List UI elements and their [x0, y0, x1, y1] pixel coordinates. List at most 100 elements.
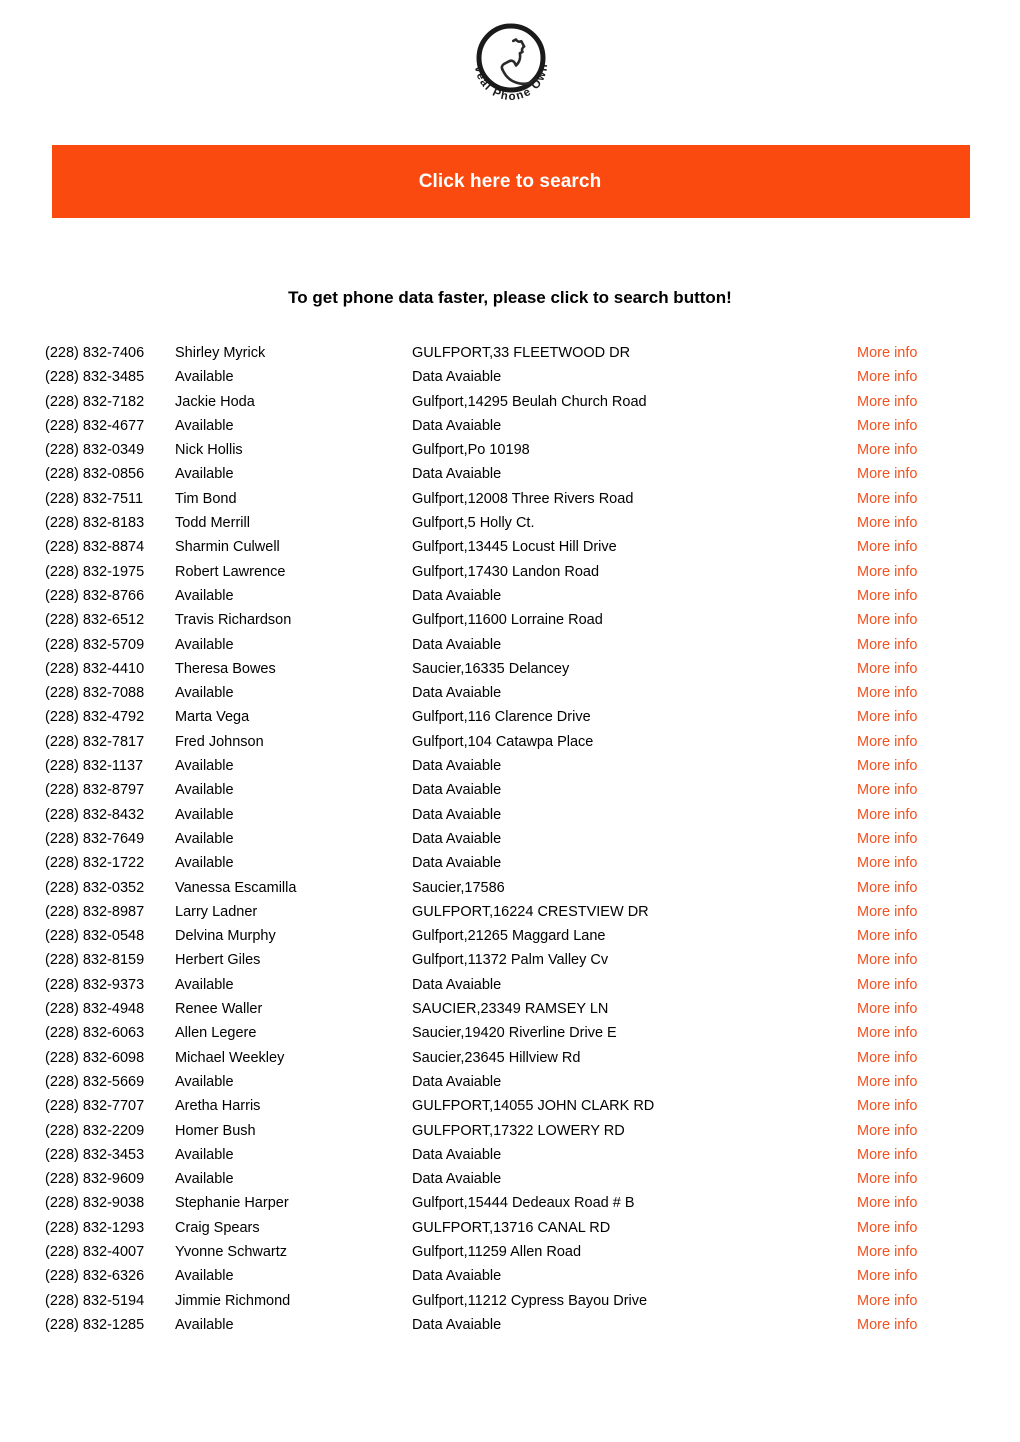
owner-name-cell: Allen Legere — [175, 1025, 257, 1042]
table-row: (228) 832-1285 Available Data Avaiable More… — [45, 1313, 975, 1337]
more-info-link[interactable]: More info — [857, 487, 975, 511]
address-cell: Data Avaiable — [412, 685, 502, 702]
more-info-link[interactable]: More info — [857, 778, 975, 802]
more-info-link[interactable]: More info — [857, 1216, 975, 1240]
more-info-link[interactable]: More info — [857, 924, 975, 948]
address-cell: Data Avaiable — [412, 636, 502, 653]
owner-name-cell: Available — [175, 1073, 234, 1090]
owner-name-cell: Available — [175, 369, 234, 386]
more-info-link[interactable]: More info — [857, 973, 975, 997]
more-info-link[interactable]: More info — [857, 754, 975, 778]
phone-number-cell: (228) 832-8183 — [45, 515, 145, 532]
address-cell: SAUCIER,23349 RAMSEY LN — [412, 1001, 609, 1018]
more-info-link[interactable]: More info — [857, 535, 975, 559]
address-cell: Saucier,23645 Hillview Rd — [412, 1049, 581, 1066]
address-cell: Gulfport,116 Clarence Drive — [412, 709, 591, 726]
more-info-link[interactable]: More info — [857, 1119, 975, 1143]
table-row: (228) 832-9038 Stephanie Harper Gulfport,1… — [45, 1191, 975, 1215]
table-row: (228) 832-0352 Vanessa Escamilla Saucier,1… — [45, 876, 975, 900]
more-info-link[interactable]: More info — [857, 1167, 975, 1191]
more-info-link[interactable]: More info — [857, 730, 975, 754]
table-row: (228) 832-7088 Available Data Avaiable More… — [45, 681, 975, 705]
owner-name-cell: Available — [175, 806, 234, 823]
more-info-link[interactable]: More info — [857, 705, 975, 729]
more-info-link[interactable]: More info — [857, 1070, 975, 1094]
phone-number-cell: (228) 832-4948 — [45, 1001, 145, 1018]
owner-name-cell: Delvina Murphy — [175, 928, 276, 945]
more-info-link[interactable]: More info — [857, 633, 975, 657]
phone-number-cell: (228) 832-6098 — [45, 1049, 145, 1066]
more-info-link[interactable]: More info — [857, 390, 975, 414]
address-cell: Data Avaiable — [412, 417, 502, 434]
more-info-link[interactable]: More info — [857, 1046, 975, 1070]
more-info-link[interactable]: More info — [857, 900, 975, 924]
click-here-to-search-banner[interactable]: Click here to search — [52, 145, 970, 218]
phone-number-cell: (228) 832-5709 — [45, 636, 145, 653]
address-cell: Data Avaiable — [412, 369, 502, 386]
more-info-link[interactable]: More info — [857, 414, 975, 438]
address-cell: GULFPORT,33 FLEETWOOD DR — [412, 345, 631, 361]
more-info-link[interactable]: More info — [857, 948, 975, 972]
more-info-link[interactable]: More info — [857, 997, 975, 1021]
owner-name-cell: Available — [175, 830, 234, 847]
phone-number-cell: (228) 832-4007 — [45, 1243, 145, 1260]
more-info-link[interactable]: More info — [857, 560, 975, 584]
phone-number-cell: (228) 832-4677 — [45, 417, 145, 434]
phone-number-cell: (228) 832-5194 — [45, 1292, 145, 1309]
address-cell: Gulfport,15444 Dedeaux Road # B — [412, 1195, 635, 1212]
more-info-link[interactable]: More info — [857, 851, 975, 875]
address-cell: Data Avaiable — [412, 1171, 502, 1188]
phone-number-cell: (228) 832-8766 — [45, 587, 145, 604]
address-cell: Gulfport,5 Holly Ct. — [412, 515, 535, 532]
table-row: (228) 832-0349 Nick Hollis Gulfport,Po 101… — [45, 438, 975, 462]
table-row: (228) 832-7182 Jackie Hoda Gulfport,14295 … — [45, 390, 975, 414]
more-info-link[interactable]: More info — [857, 511, 975, 535]
table-row: (228) 832-9373 Available Data Avaiable More… — [45, 973, 975, 997]
more-info-link[interactable]: More info — [857, 1264, 975, 1288]
more-info-link[interactable]: More info — [857, 1191, 975, 1215]
more-info-link[interactable]: More info — [857, 438, 975, 462]
address-cell: Data Avaiable — [412, 1073, 502, 1090]
table-row: (228) 832-5194 Jimmie Richmond Gulfport,11… — [45, 1289, 975, 1313]
phone-number-cell: (228) 832-7707 — [45, 1098, 145, 1115]
more-info-link[interactable]: More info — [857, 1313, 975, 1337]
phone-number-cell: (228) 832-7406 — [45, 345, 145, 361]
table-row: (228) 832-7707 Aretha Harris GULFPORT,1405… — [45, 1094, 975, 1118]
owner-name-cell: Available — [175, 685, 234, 702]
table-row: (228) 832-3485 Available Data Avaiable More… — [45, 365, 975, 389]
site-logo[interactable]: Reveal Phone Owner — [0, 8, 1020, 116]
owner-name-cell: Stephanie Harper — [175, 1195, 289, 1212]
address-cell: Gulfport,17430 Landon Road — [412, 563, 600, 580]
more-info-link[interactable]: More info — [857, 365, 975, 389]
more-info-link[interactable]: More info — [857, 1143, 975, 1167]
table-row: (228) 832-1137 Available Data Avaiable More… — [45, 754, 975, 778]
more-info-link[interactable]: More info — [857, 827, 975, 851]
owner-name-cell: Yvonne Schwartz — [175, 1243, 288, 1260]
phone-number-cell: (228) 832-8874 — [45, 539, 145, 556]
more-info-link[interactable]: More info — [857, 876, 975, 900]
more-info-link[interactable]: More info — [857, 584, 975, 608]
more-info-link[interactable]: More info — [857, 1094, 975, 1118]
more-info-link[interactable]: More info — [857, 1289, 975, 1313]
more-info-link[interactable]: More info — [857, 462, 975, 486]
address-cell: Data Avaiable — [412, 1316, 502, 1333]
owner-name-cell: Available — [175, 1268, 234, 1285]
more-info-link[interactable]: More info — [857, 657, 975, 681]
phone-number-cell: (228) 832-6326 — [45, 1268, 145, 1285]
table-row: (228) 832-7511 Tim Bond Gulfport,12008 Thr… — [45, 487, 975, 511]
more-info-link[interactable]: More info — [857, 803, 975, 827]
owner-name-cell: Aretha Harris — [175, 1098, 261, 1115]
address-cell: Saucier,16335 Delancey — [412, 660, 570, 677]
more-info-link[interactable]: More info — [857, 681, 975, 705]
more-info-link[interactable]: More info — [857, 341, 975, 365]
more-info-link[interactable]: More info — [857, 1021, 975, 1045]
more-info-link[interactable]: More info — [857, 1240, 975, 1264]
phone-number-cell: (228) 832-7088 — [45, 685, 145, 702]
more-info-link[interactable]: More info — [857, 608, 975, 632]
owner-name-cell: Marta Vega — [175, 709, 250, 726]
phone-number-cell: (228) 832-0548 — [45, 928, 145, 945]
table-row: (228) 832-6512 Travis Richardson Gulfport,… — [45, 608, 975, 632]
address-cell: Data Avaiable — [412, 1268, 502, 1285]
phone-number-cell: (228) 832-4410 — [45, 660, 145, 677]
address-cell: Saucier,17586 — [412, 879, 505, 896]
